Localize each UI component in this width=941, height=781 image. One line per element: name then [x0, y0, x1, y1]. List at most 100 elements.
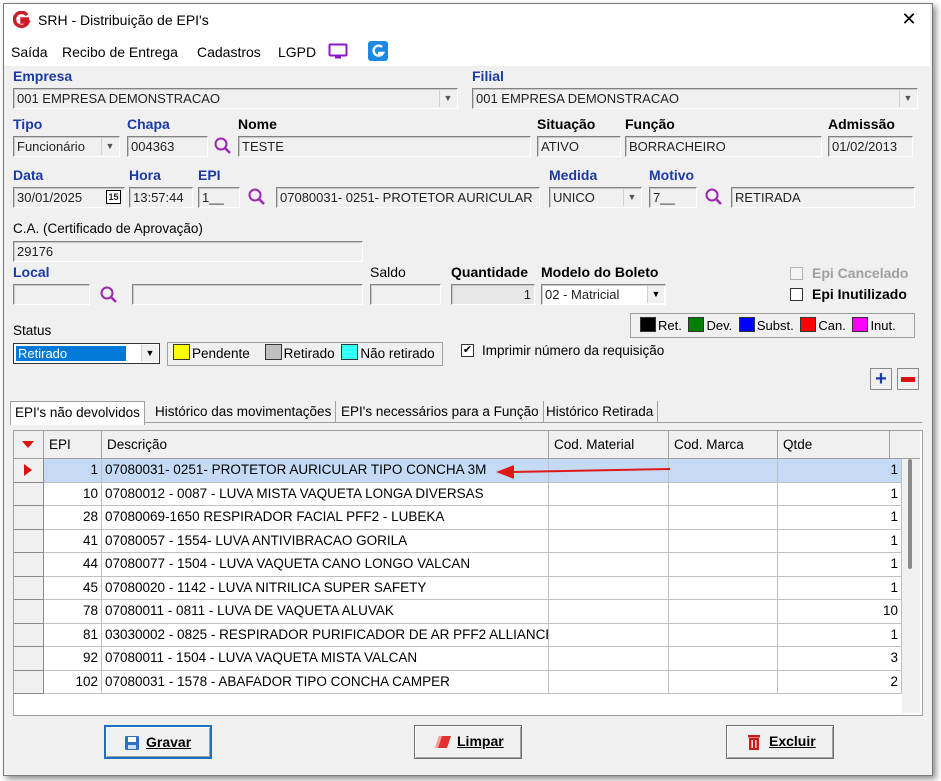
swatch-can: [800, 317, 817, 332]
tab-historico-movimentacoes[interactable]: Histórico das movimentações: [151, 401, 337, 423]
legend-can: Can.: [800, 317, 846, 333]
motivo-code-field[interactable]: 7__: [649, 187, 697, 208]
nome-label: Nome: [238, 116, 277, 132]
row-indicator[interactable]: [14, 482, 44, 506]
filial-select[interactable]: 001 EMPRESA DEMONSTRACAO ▼: [472, 88, 918, 109]
table-row[interactable]: 102 07080031 - 1578 - ABAFADOR TIPO CONCH…: [14, 670, 902, 694]
close-button[interactable]: ✕: [896, 7, 922, 31]
legend-subst-label: Subst.: [756, 318, 794, 333]
grid-header-filler: [890, 431, 920, 459]
menu-saida[interactable]: Saída: [11, 44, 48, 60]
ca-label: C.A. (Certificado de Aprovação): [13, 221, 203, 236]
situacao-field: ATIVO: [537, 136, 621, 157]
col-header-epi[interactable]: EPI: [44, 431, 102, 459]
minus-icon: [901, 377, 915, 382]
menu-recibo-entrega[interactable]: Recibo de Entrega: [62, 44, 178, 60]
quantidade-field[interactable]: 1: [451, 284, 535, 305]
chapa-label: Chapa: [127, 116, 170, 132]
swatch-ret: [640, 317, 656, 332]
tab-epis-nao-devolvidos[interactable]: EPI's não devolvidos: [10, 401, 145, 425]
cell-qtde: 1: [778, 553, 902, 577]
monitor-icon[interactable]: [328, 43, 348, 60]
search-chapa-icon[interactable]: [213, 136, 233, 156]
row-indicator[interactable]: [14, 600, 44, 624]
tab-historico-retirada[interactable]: Histórico Retirada: [542, 401, 659, 423]
brand-g-icon[interactable]: [368, 41, 388, 61]
medida-label: Medida: [549, 167, 598, 183]
scrollbar-thumb[interactable]: [908, 459, 912, 569]
data-field[interactable]: 30/01/2025 15: [13, 187, 125, 208]
row-indicator[interactable]: [14, 623, 44, 647]
cell-qtde: 3: [778, 647, 902, 671]
cell-qtde: 1: [778, 576, 902, 600]
table-row[interactable]: 92 07080011 - 1504 - LUVA VAQUETA MISTA V…: [14, 647, 902, 671]
row-indicator[interactable]: [14, 576, 44, 600]
epi-grid: EPI Descrição Cod. Material Cod. Marca Q…: [13, 430, 923, 716]
cell-descricao: 07080011 - 1504 - LUVA VAQUETA MISTA VAL…: [102, 647, 549, 671]
menu-cadastros[interactable]: Cadastros: [197, 44, 261, 60]
modelo-boleto-select[interactable]: 02 - Matricial ▼: [541, 284, 666, 305]
row-indicator[interactable]: [14, 459, 44, 483]
cell-qtde: 10: [778, 600, 902, 624]
ca-field[interactable]: 29176: [13, 241, 363, 262]
calendar-icon[interactable]: 15: [106, 190, 121, 204]
table-row[interactable]: 78 07080011 - 0811 - LUVA DE VAQUETA ALUV…: [14, 600, 902, 624]
nome-field[interactable]: TESTE: [238, 136, 531, 157]
trash-icon: [748, 735, 760, 750]
table-row[interactable]: 28 07080069-1650 RESPIRADOR FACIAL PFF2 -…: [14, 506, 902, 530]
empresa-select[interactable]: 001 EMPRESA DEMONSTRACAO ▼: [13, 88, 458, 109]
row-indicator[interactable]: [14, 647, 44, 671]
table-row[interactable]: 1 07080031- 0251- PROTETOR AURICULAR TIPO…: [14, 459, 902, 483]
col-header-qtde[interactable]: Qtde: [778, 431, 890, 459]
medida-select[interactable]: UNICO ▼: [549, 187, 642, 208]
tipo-select[interactable]: Funcionário ▼: [13, 136, 120, 157]
remove-row-button[interactable]: [897, 368, 919, 390]
excluir-button[interactable]: Excluir: [726, 725, 834, 759]
table-row[interactable]: 81 03030002 - 0825 - RESPIRADOR PURIFICAD…: [14, 623, 902, 647]
tipo-label: Tipo: [13, 116, 43, 132]
table-row[interactable]: 41 07080057 - 1554- LUVA ANTIVIBRACAO GOR…: [14, 529, 902, 553]
chapa-field[interactable]: 004363: [127, 136, 208, 157]
hora-field[interactable]: 13:57:44: [129, 187, 193, 208]
search-local-icon[interactable]: [99, 285, 119, 305]
tab-epis-necessarios-funcao[interactable]: EPI's necessários para a Função: [337, 401, 544, 423]
search-motivo-icon[interactable]: [704, 187, 724, 207]
vertical-scrollbar[interactable]: [902, 459, 920, 713]
cell-cod-marca: [669, 623, 778, 647]
col-header-cod-material[interactable]: Cod. Material: [549, 431, 669, 459]
gravar-button[interactable]: Gravar: [104, 725, 212, 759]
legend-nao-retirado-label: Não retirado: [360, 346, 435, 361]
table-row[interactable]: 44 07080077 - 1504 - LUVA VAQUETA CANO LO…: [14, 553, 902, 577]
col-header-descricao[interactable]: Descrição: [102, 431, 549, 459]
epi-cancelado-checkbox[interactable]: [790, 267, 803, 280]
menu-lgpd[interactable]: LGPD: [278, 44, 316, 60]
grid-corner[interactable]: [14, 431, 44, 459]
row-indicator[interactable]: [14, 670, 44, 694]
cell-epi: 45: [44, 576, 102, 600]
table-row[interactable]: 10 07080012 - 0087 - LUVA MISTA VAQUETA L…: [14, 482, 902, 506]
cell-qtde: 1: [778, 506, 902, 530]
modelo-boleto-label: Modelo do Boleto: [541, 264, 659, 280]
empresa-value: 001 EMPRESA DEMONSTRACAO: [17, 91, 220, 106]
row-indicator[interactable]: [14, 529, 44, 553]
col-header-cod-marca[interactable]: Cod. Marca: [669, 431, 778, 459]
cell-cod-material: [549, 576, 669, 600]
add-row-button[interactable]: +: [870, 368, 892, 390]
imprimir-checkbox[interactable]: ✔: [461, 344, 474, 357]
row-indicator[interactable]: [14, 506, 44, 530]
epi-inutilizado-checkbox[interactable]: [790, 288, 803, 301]
local-code-field[interactable]: [13, 284, 90, 305]
swatch-subst: [738, 317, 755, 332]
quantidade-label: Quantidade: [451, 264, 529, 280]
limpar-button[interactable]: Limpar: [414, 725, 522, 759]
chevron-down-icon: ▼: [439, 90, 456, 107]
legend-dev: Dev.: [688, 317, 732, 333]
cell-descricao: 07080077 - 1504 - LUVA VAQUETA CANO LONG…: [102, 553, 549, 577]
current-row-icon: [24, 464, 32, 476]
row-indicator[interactable]: [14, 553, 44, 577]
table-row[interactable]: 45 07080020 - 1142 - LUVA NITRILICA SUPER…: [14, 576, 902, 600]
epi-code-field[interactable]: 1__: [198, 187, 240, 208]
status-select[interactable]: Retirado ▼: [13, 343, 160, 364]
search-epi-icon[interactable]: [247, 187, 267, 207]
legend-can-label: Can.: [818, 318, 846, 333]
